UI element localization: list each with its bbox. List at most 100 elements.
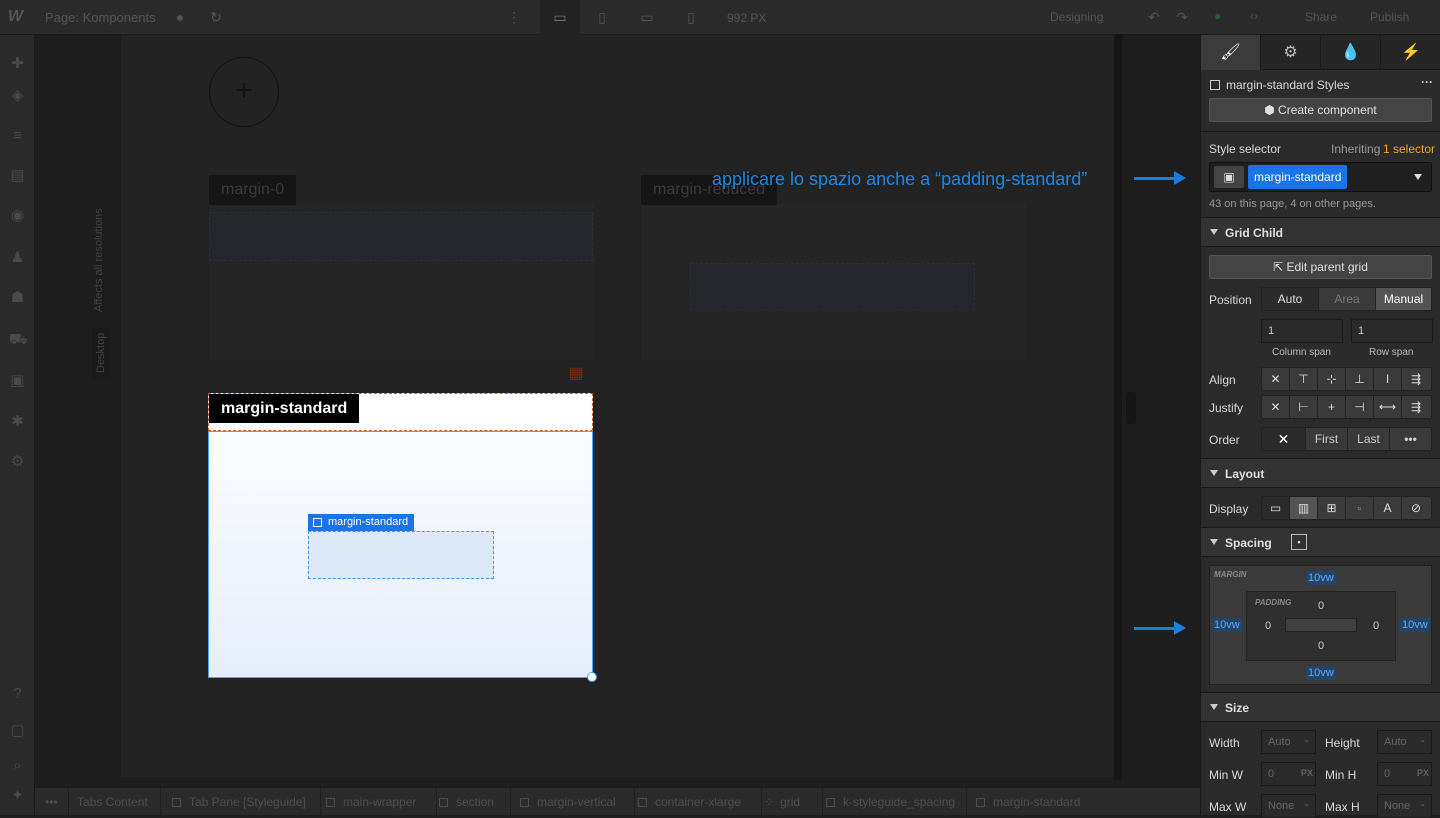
- audit-icon[interactable]: ▢: [9, 722, 26, 739]
- breadcrumb-item[interactable]: k-styleguide_spacing: [826, 795, 955, 809]
- order-more[interactable]: •••: [1390, 428, 1431, 450]
- breadcrumb-item[interactable]: container-xlarge: [638, 795, 741, 809]
- webflow-logo[interactable]: W: [8, 8, 23, 26]
- video-icon[interactable]: ✦: [9, 787, 26, 804]
- order-first[interactable]: First: [1306, 428, 1348, 450]
- apps-icon[interactable]: ✱: [9, 413, 26, 430]
- ecommerce-icon[interactable]: ⛟: [9, 331, 28, 348]
- justify-end-icon[interactable]: ⊣: [1346, 396, 1374, 418]
- margin-0-inner-box[interactable]: [209, 212, 593, 261]
- width-unit[interactable]: -: [1305, 736, 1308, 747]
- chevron-down-icon[interactable]: [1414, 174, 1422, 180]
- code-icon[interactable]: ‹›: [1250, 9, 1258, 23]
- margin-right-value[interactable]: 10vw: [1400, 618, 1430, 632]
- breadcrumb-item-current[interactable]: margin-standard: [976, 795, 1080, 809]
- justify-baseline-icon[interactable]: ⇶: [1402, 396, 1430, 418]
- settings-icon[interactable]: ⚙: [9, 453, 26, 470]
- symbols-icon[interactable]: ◈: [9, 87, 26, 104]
- justify-none-icon[interactable]: ✕: [1262, 396, 1290, 418]
- breadcrumb-item[interactable]: main-wrapper: [326, 795, 416, 809]
- style-selector-field[interactable]: ▣ margin-standard: [1209, 162, 1432, 192]
- padding-bottom-value[interactable]: 0: [1318, 640, 1324, 652]
- more-vertical-icon[interactable]: ⋮: [506, 9, 522, 25]
- redo-icon[interactable]: ↷: [1174, 9, 1190, 25]
- grid-child-section-header[interactable]: Grid Child: [1201, 217, 1440, 247]
- height-unit[interactable]: -: [1421, 736, 1424, 747]
- spacing-section-header[interactable]: Spacing ▪: [1201, 527, 1440, 557]
- layout-section-header[interactable]: Layout: [1201, 458, 1440, 488]
- max-width-unit[interactable]: -: [1305, 800, 1308, 811]
- padding-left-value[interactable]: 0: [1265, 620, 1271, 632]
- undo-icon[interactable]: ↶: [1146, 9, 1162, 25]
- display-grid-icon[interactable]: ⊞: [1318, 497, 1346, 519]
- share-button[interactable]: Share: [1305, 10, 1337, 24]
- align-end-icon[interactable]: ⊥: [1346, 368, 1374, 390]
- desktop-breakpoint-icon[interactable]: ▭: [552, 9, 568, 25]
- selector-states-icon[interactable]: ▣: [1214, 166, 1244, 188]
- position-auto[interactable]: Auto: [1262, 288, 1319, 310]
- margin-bottom-value[interactable]: 10vw: [1306, 666, 1336, 680]
- navigator-icon[interactable]: ≡: [9, 127, 26, 144]
- style-brush-icon[interactable]: 🖌: [1201, 35, 1261, 70]
- settings-gear-icon[interactable]: ⚙: [1261, 35, 1321, 70]
- grid-child-icon[interactable]: ▦: [567, 365, 585, 383]
- padding-right-value[interactable]: 0: [1373, 620, 1379, 632]
- row-span-input[interactable]: 1: [1351, 319, 1433, 343]
- align-stretch-icon[interactable]: I: [1374, 368, 1402, 390]
- publish-button[interactable]: Publish: [1370, 10, 1409, 24]
- styles-checkbox-icon[interactable]: [1210, 80, 1220, 90]
- justify-start-icon[interactable]: ⊢: [1290, 396, 1318, 418]
- display-inline-block-icon[interactable]: ▫: [1346, 497, 1374, 519]
- interactions-drops-icon[interactable]: 💧: [1321, 35, 1381, 70]
- column-span-input[interactable]: 1: [1261, 319, 1343, 343]
- align-start-icon[interactable]: ⊤: [1290, 368, 1318, 390]
- display-inline-icon[interactable]: A: [1374, 497, 1402, 519]
- add-icon[interactable]: ✚: [9, 55, 26, 72]
- display-none-icon[interactable]: ⊘: [1402, 497, 1430, 519]
- margin-standard-tag[interactable]: margin-standard: [209, 394, 360, 423]
- search-icon[interactable]: ⌕: [9, 757, 26, 774]
- align-center-icon[interactable]: ⊹: [1318, 368, 1346, 390]
- inner-selected-box[interactable]: [308, 531, 494, 579]
- min-width-unit[interactable]: PX: [1301, 768, 1313, 778]
- justify-center-icon[interactable]: +: [1318, 396, 1346, 418]
- breadcrumb-item[interactable]: section: [439, 795, 494, 809]
- mobile-portrait-icon[interactable]: ▯: [683, 9, 699, 25]
- padding-top-value[interactable]: 0: [1318, 600, 1324, 612]
- margin-reduced-inner-box[interactable]: [690, 263, 975, 310]
- display-block-icon[interactable]: ▭: [1262, 497, 1290, 519]
- mode-designing[interactable]: Designing: [1050, 10, 1103, 24]
- spacing-toggle-icon[interactable]: ▪: [1291, 534, 1307, 550]
- refresh-icon[interactable]: ↻: [208, 9, 224, 25]
- breadcrumb-item[interactable]: margin-vertical: [520, 795, 616, 809]
- selector-pill[interactable]: margin-standard: [1248, 165, 1348, 189]
- order-last[interactable]: Last: [1348, 428, 1390, 450]
- edit-parent-grid-button[interactable]: ⇱ Edit parent grid: [1209, 255, 1432, 279]
- align-baseline-icon[interactable]: ⇶: [1402, 368, 1430, 390]
- canvas-resize-handle[interactable]: [1126, 392, 1136, 424]
- margin-0-tag[interactable]: margin-0: [209, 175, 297, 205]
- styles-more-icon[interactable]: ···: [1421, 75, 1433, 89]
- margin-left-value[interactable]: 10vw: [1212, 618, 1242, 632]
- comments-icon[interactable]: ●: [172, 9, 188, 25]
- size-section-header[interactable]: Size: [1201, 692, 1440, 722]
- justify-stretch-icon[interactable]: ⟷: [1374, 396, 1402, 418]
- order-none-icon[interactable]: ✕: [1262, 428, 1306, 450]
- tablet-breakpoint-icon[interactable]: ▯: [594, 9, 610, 25]
- max-height-unit[interactable]: -: [1421, 800, 1424, 811]
- help-icon[interactable]: ?: [9, 685, 26, 702]
- breadcrumb-item[interactable]: ⁘ grid: [764, 795, 800, 809]
- inheriting-count[interactable]: 1 selector: [1383, 142, 1435, 156]
- users-icon[interactable]: ♟: [9, 249, 26, 266]
- page-selector[interactable]: Page: Komponents: [45, 10, 156, 25]
- breadcrumb-item[interactable]: Tabs Content: [77, 795, 148, 809]
- cms-icon[interactable]: ◉: [9, 207, 26, 224]
- min-height-unit[interactable]: PX: [1417, 768, 1429, 778]
- align-none-icon[interactable]: ✕: [1262, 368, 1290, 390]
- breadcrumb-more[interactable]: •••: [45, 795, 58, 809]
- add-element-circle[interactable]: +: [209, 57, 279, 127]
- position-manual[interactable]: Manual: [1376, 288, 1431, 310]
- assets-icon[interactable]: ▣: [9, 372, 26, 389]
- lightning-icon[interactable]: ⚡: [1381, 35, 1440, 70]
- breadcrumb-item[interactable]: Tab Pane [Styleguide]: [172, 795, 306, 809]
